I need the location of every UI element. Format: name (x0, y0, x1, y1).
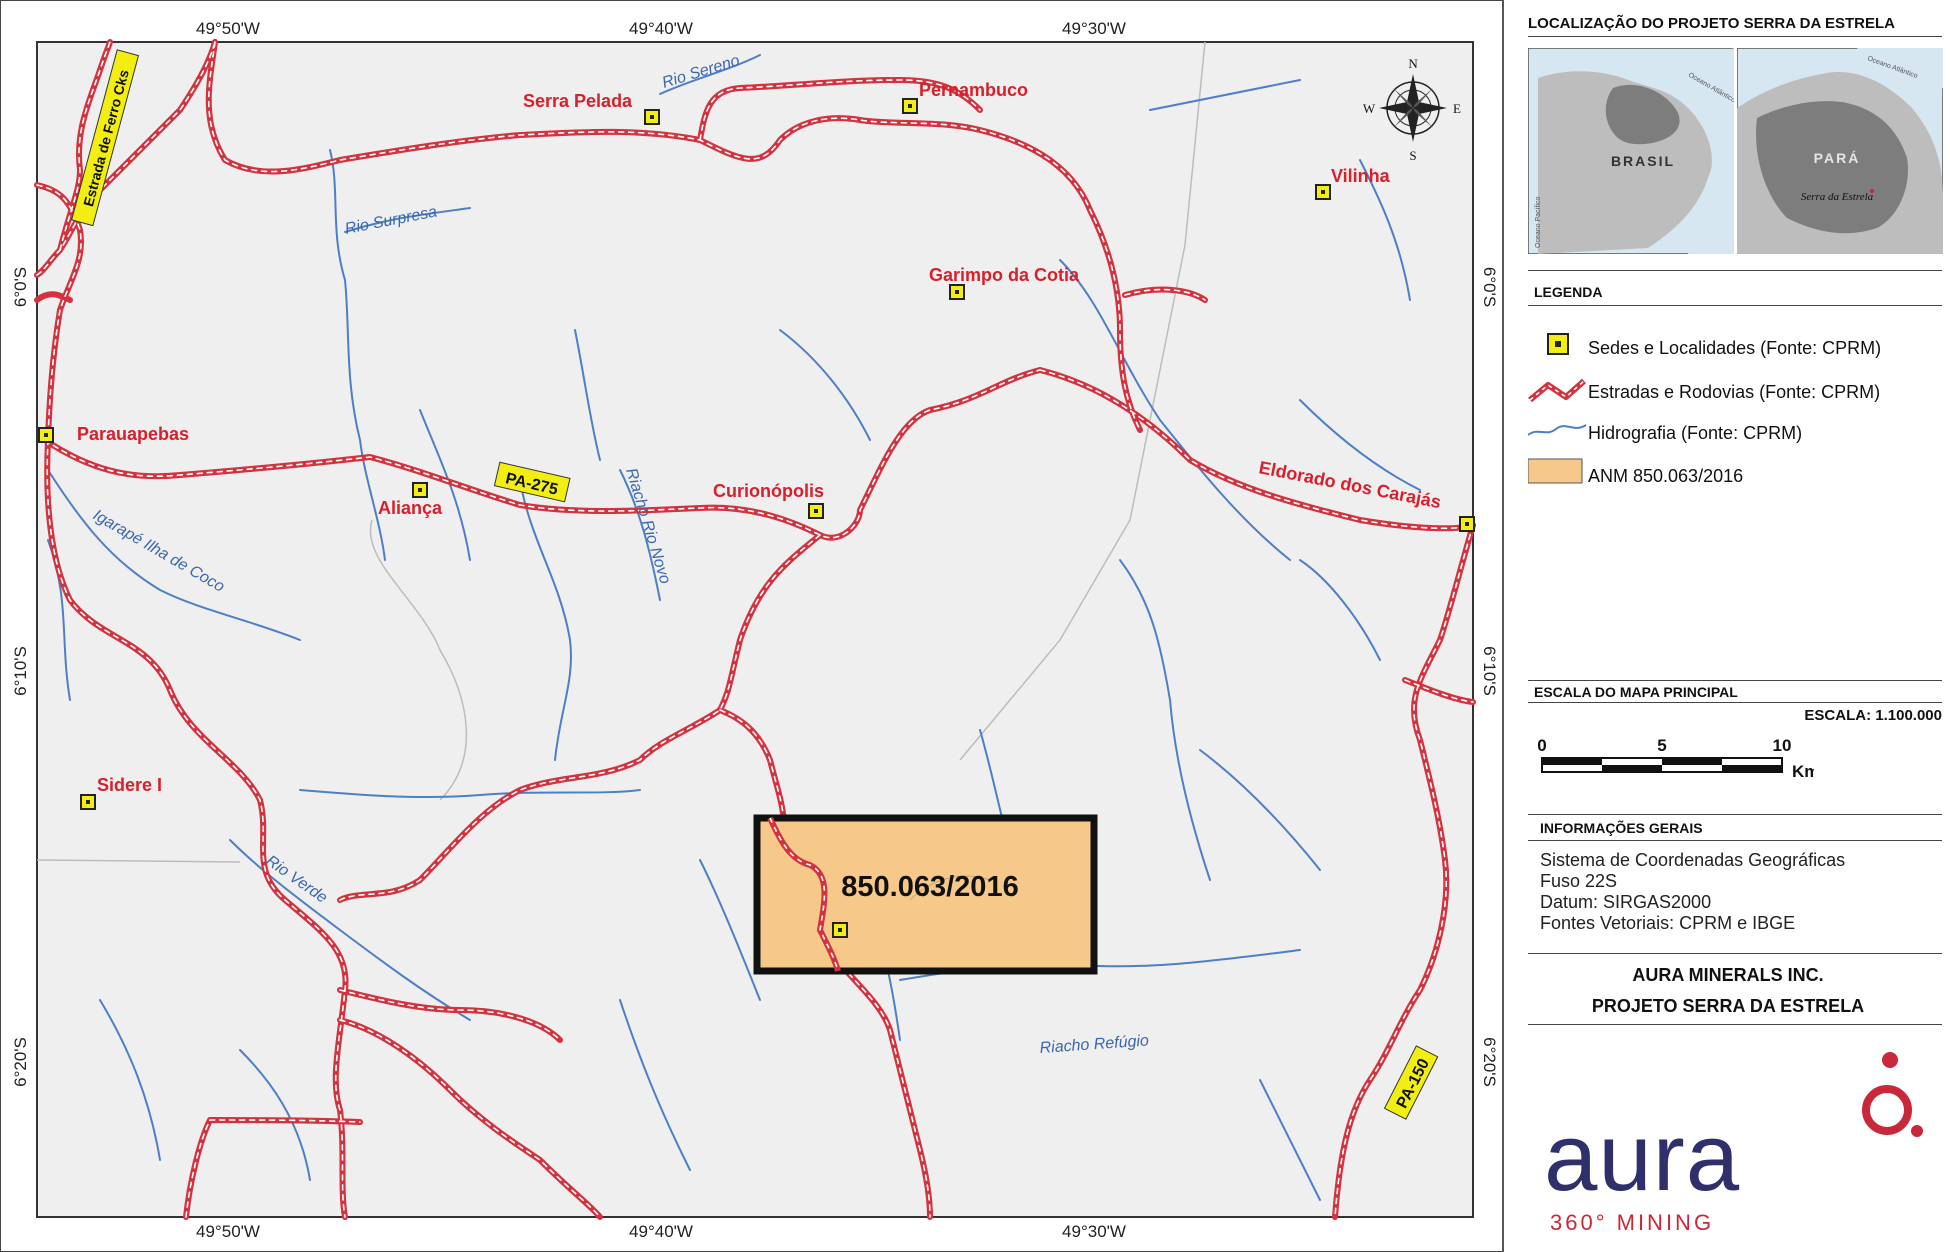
info-line-2: Fuso 22S (1540, 871, 1618, 891)
marker-eldorado (1459, 516, 1475, 532)
divider (1528, 680, 1942, 681)
divider (1528, 1024, 1942, 1025)
coord-left-1: 6°0'S (11, 267, 30, 307)
info-title: INFORMAÇÕES GERAIS (1540, 820, 1703, 836)
coord-left-3: 6°20'S (11, 1037, 30, 1087)
inset-para-map: PARÁ Serra da Estrela Oceano Atlântico (1737, 48, 1943, 254)
divider (1528, 36, 1942, 37)
divider (1528, 814, 1942, 815)
coord-right-3: 6°20'S (1480, 1037, 1499, 1087)
svg-text:360° MINING: 360° MINING (1550, 1210, 1714, 1235)
label-curionopolis: Curionópolis (713, 481, 824, 501)
marker-parauapebas (38, 427, 54, 443)
legend-title: LEGENDA (1534, 284, 1603, 300)
anm-label: 850.063/2016 (841, 871, 1018, 903)
legend-road-icon (1528, 378, 1586, 403)
legend-marker-icon (1547, 333, 1569, 355)
info-line-1: Sistema de Coordenadas Geográficas (1540, 850, 1846, 870)
label-alianca: Aliança (378, 498, 443, 518)
coord-bottom-3: 49°30'W (1062, 1222, 1126, 1241)
location-title: LOCALIZAÇÃO DO PROJETO SERRA DA ESTRELA (1528, 15, 1895, 32)
svg-text:Serra da Estrela: Serra da Estrela (1801, 191, 1874, 203)
anm-polygon[interactable]: 850.063/2016 (753, 814, 1098, 975)
marker-anm-site (832, 922, 848, 938)
inset-brasil-map: BRASIL Oceano Atlântico Oceano Pacífico (1528, 48, 1734, 254)
label-parauapebas: Parauapebas (77, 424, 189, 444)
divider (1528, 702, 1942, 703)
coord-top-3: 49°30'W (1062, 19, 1126, 38)
svg-text:W: W (1363, 101, 1376, 116)
coord-right-1: 6°0'S (1480, 267, 1499, 307)
marker-alianca (412, 482, 428, 498)
legend-anm-icon (1528, 458, 1583, 484)
svg-text:Oceano Pacífico: Oceano Pacífico (1535, 197, 1542, 248)
svg-text:PARÁ: PARÁ (1814, 150, 1861, 166)
scale-title: ESCALA DO MAPA PRINCIPAL (1534, 684, 1738, 700)
svg-text:10: 10 (1773, 736, 1792, 755)
info-line-4: Fontes Vetoriais: CPRM e IBGE (1540, 913, 1796, 933)
marker-sidere (80, 794, 96, 810)
label-vilinha: Vilinha (1331, 166, 1391, 186)
scale-bar: 0 5 10 Km (1537, 736, 1814, 781)
svg-text:0: 0 (1537, 736, 1546, 755)
divider (1528, 840, 1942, 841)
svg-text:aura: aura (1544, 1104, 1740, 1211)
svg-text:N: N (1408, 56, 1418, 71)
marker-garimpo-da-cotia (949, 284, 965, 300)
legend-item-localidades: Sedes e Localidades (Fonte: CPRM) (1588, 338, 1882, 358)
aura-logo: aura 360° MINING (1544, 1052, 1923, 1235)
scale-ratio: ESCALA: 1.100.000 (1804, 707, 1942, 724)
map-area (36, 41, 1474, 1218)
coord-left-2: 6°10'S (11, 646, 30, 696)
coord-right-2: 6°10'S (1480, 646, 1499, 696)
legend-item-anm: ANM 850.063/2016 (1588, 466, 1744, 486)
svg-text:Km: Km (1792, 762, 1814, 781)
company-name: AURA MINERALS INC. (1632, 965, 1824, 985)
coord-top-1: 49°50'W (196, 19, 260, 38)
label-pernambuco: Pernambuco (919, 80, 1028, 100)
coord-top-2: 49°40'W (629, 19, 693, 38)
coord-bottom-2: 49°40'W (629, 1222, 693, 1241)
info-panel: LOCALIZAÇÃO DO PROJETO SERRA DA ESTRELA … (1502, 0, 1950, 1252)
divider (1528, 270, 1942, 271)
label-sidere: Sidere I (97, 775, 162, 795)
label-serra-pelada: Serra Pelada (523, 91, 633, 111)
legend-item-estradas: Estradas e Rodovias (Fonte: CPRM) (1588, 382, 1881, 402)
legend-item-hidrografia: Hidrografia (Fonte: CPRM) (1588, 423, 1803, 443)
marker-vilinha (1315, 184, 1331, 200)
marker-serra-pelada (644, 109, 660, 125)
divider (1528, 953, 1942, 954)
svg-text:E: E (1453, 101, 1461, 116)
svg-text:5: 5 (1657, 736, 1666, 755)
marker-pernambuco (902, 98, 918, 114)
info-line-3: Datum: SIRGAS2000 (1540, 892, 1712, 912)
divider (1528, 305, 1942, 306)
project-name: PROJETO SERRA DA ESTRELA (1591, 996, 1865, 1016)
svg-text:S: S (1409, 148, 1416, 163)
legend-river-icon (1528, 424, 1587, 436)
label-garimpo: Garimpo da Cotia (929, 265, 1080, 285)
coord-bottom-1: 49°50'W (196, 1222, 260, 1241)
marker-curionopolis (808, 503, 824, 519)
svg-text:BRASIL: BRASIL (1611, 153, 1675, 169)
